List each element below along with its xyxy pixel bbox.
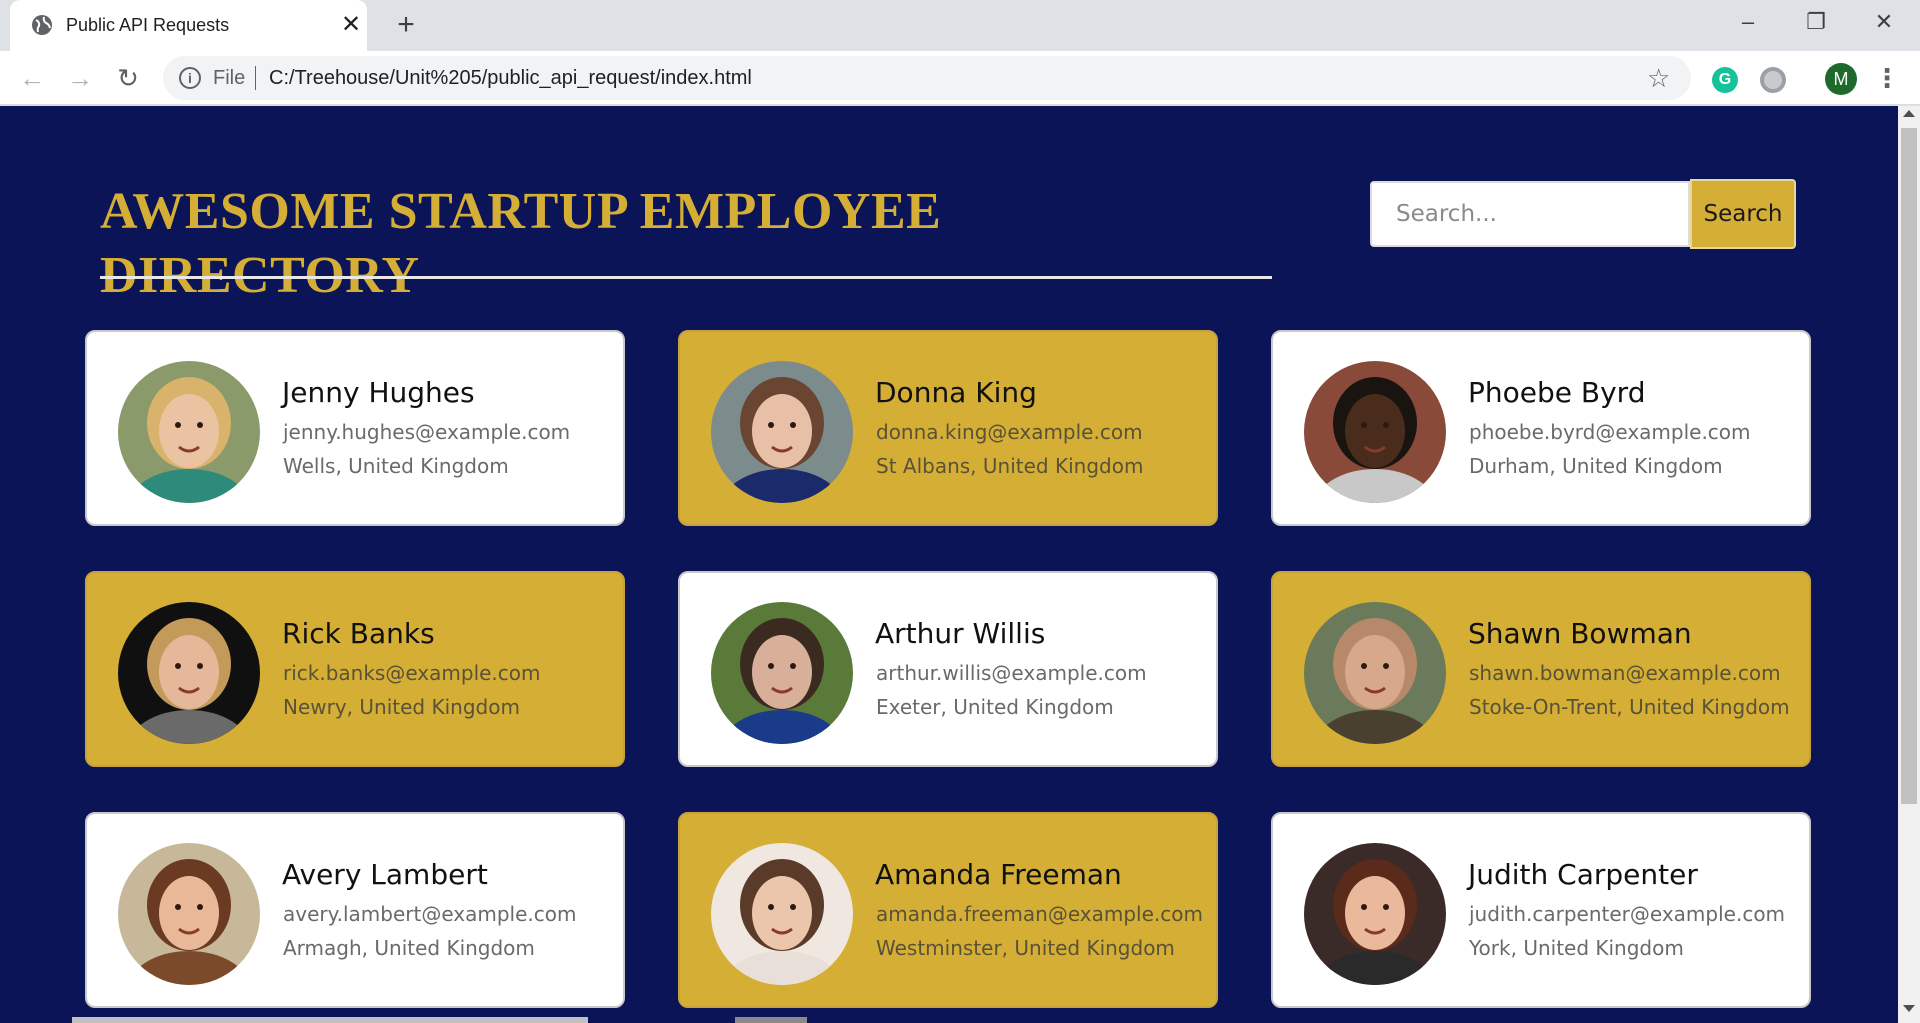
scroll-down-arrow-icon[interactable]: [1903, 1005, 1915, 1012]
employee-location: Wells, United Kingdom: [283, 454, 509, 478]
employee-email: judith.carpenter@example.com: [1469, 902, 1786, 926]
employee-name: Arthur Willis: [875, 617, 1046, 650]
employee-email: donna.king@example.com: [876, 420, 1143, 444]
reload-button[interactable]: ↻: [111, 61, 145, 95]
employee-location: Stoke-On-Trent, United Kingdom: [1469, 695, 1790, 719]
employee-email: shawn.bowman@example.com: [1469, 661, 1781, 685]
forward-button[interactable]: →: [63, 61, 97, 95]
vertical-scrollbar[interactable]: [1898, 106, 1920, 1023]
back-button[interactable]: ←: [15, 61, 49, 95]
tab-strip: Public API Requests ✕ + – ❐ ✕: [0, 0, 1920, 51]
employee-card[interactable]: Judith Carpenter judith.carpenter@example…: [1271, 812, 1811, 1008]
employee-name: Judith Carpenter: [1468, 858, 1698, 891]
horizontal-scrollbar-thumb[interactable]: [72, 1017, 588, 1023]
horizontal-scrollbar-marker: [735, 1017, 807, 1023]
window-close-button[interactable]: ✕: [1854, 4, 1914, 40]
employee-name: Shawn Bowman: [1468, 617, 1692, 650]
employee-location: Exeter, United Kingdom: [876, 695, 1114, 719]
employee-name: Amanda Freeman: [875, 858, 1122, 891]
employee-photo: [118, 843, 260, 985]
employee-location: St Albans, United Kingdom: [876, 454, 1144, 478]
extension-icon[interactable]: [1760, 67, 1786, 93]
employee-location: Durham, United Kingdom: [1469, 454, 1723, 478]
employee-card[interactable]: Amanda Freeman amanda.freeman@example.com…: [678, 812, 1218, 1008]
employee-photo: [711, 843, 853, 985]
url-scheme: File: [213, 67, 246, 89]
employee-card[interactable]: Arthur Willis arthur.willis@example.com Ex…: [678, 571, 1218, 767]
employee-card[interactable]: Donna King donna.king@example.com St Alban…: [678, 330, 1218, 526]
employee-email: avery.lambert@example.com: [283, 902, 577, 926]
employee-name: Phoebe Byrd: [1468, 376, 1646, 409]
employee-location: Newry, United Kingdom: [283, 695, 520, 719]
new-tab-button[interactable]: +: [390, 9, 422, 41]
employee-email: arthur.willis@example.com: [876, 661, 1147, 685]
employee-email: rick.banks@example.com: [283, 661, 541, 685]
employee-location: York, United Kingdom: [1469, 936, 1684, 960]
employee-name: Donna King: [875, 376, 1037, 409]
employee-card[interactable]: Phoebe Byrd phoebe.byrd@example.com Durham…: [1271, 330, 1811, 526]
page-viewport: AWESOME STARTUP EMPLOYEE DIRECTORY Searc…: [0, 106, 1898, 1023]
search-input[interactable]: [1370, 181, 1690, 247]
employee-location: Westminster, United Kingdom: [876, 936, 1175, 960]
employee-card[interactable]: Avery Lambert avery.lambert@example.com Ar…: [85, 812, 625, 1008]
url-separator: [255, 66, 256, 90]
employee-photo: [1304, 843, 1446, 985]
employee-card[interactable]: Jenny Hughes jenny.hughes@example.com Well…: [85, 330, 625, 526]
scroll-up-arrow-icon[interactable]: [1903, 110, 1915, 117]
minimize-button[interactable]: –: [1718, 4, 1778, 40]
employee-name: Jenny Hughes: [282, 376, 475, 409]
address-bar[interactable]: i File C:/Treehouse/Unit%205/public_api_…: [163, 56, 1691, 100]
grammarly-extension-icon[interactable]: G: [1712, 67, 1738, 93]
employee-email: phoebe.byrd@example.com: [1469, 420, 1751, 444]
browser-toolbar: ← → ↻ i File C:/Treehouse/Unit%205/publi…: [0, 51, 1920, 105]
site-info-icon[interactable]: i: [179, 67, 201, 89]
employee-location: Armagh, United Kingdom: [283, 936, 535, 960]
employee-photo: [1304, 602, 1446, 744]
employee-name: Rick Banks: [282, 617, 435, 650]
tab-title: Public API Requests: [66, 15, 230, 35]
employee-photo: [711, 361, 853, 503]
search-button[interactable]: Search: [1690, 179, 1796, 249]
employee-email: jenny.hughes@example.com: [283, 420, 571, 444]
profile-avatar[interactable]: M: [1825, 63, 1857, 95]
globe-icon: [32, 15, 52, 35]
employee-photo: [118, 602, 260, 744]
title-underline: [100, 276, 1272, 279]
bookmark-star-icon[interactable]: ☆: [1647, 64, 1670, 92]
employee-name: Avery Lambert: [282, 858, 488, 891]
browser-menu-icon[interactable]: ⋮: [1874, 63, 1900, 95]
tab-close-icon[interactable]: ✕: [337, 11, 365, 39]
url-text[interactable]: C:/Treehouse/Unit%205/public_api_request…: [269, 67, 752, 89]
employee-photo: [1304, 361, 1446, 503]
employee-email: amanda.freeman@example.com: [876, 902, 1203, 926]
scrollbar-thumb[interactable]: [1901, 128, 1917, 804]
employee-photo: [711, 602, 853, 744]
employee-photo: [118, 361, 260, 503]
employee-card[interactable]: Rick Banks rick.banks@example.com Newry, U…: [85, 571, 625, 767]
browser-tab[interactable]: Public API Requests ✕: [10, 0, 367, 51]
employee-card[interactable]: Shawn Bowman shawn.bowman@example.com Stok…: [1271, 571, 1811, 767]
page-title: AWESOME STARTUP EMPLOYEE DIRECTORY: [100, 183, 942, 304]
restore-button[interactable]: ❐: [1786, 4, 1846, 40]
